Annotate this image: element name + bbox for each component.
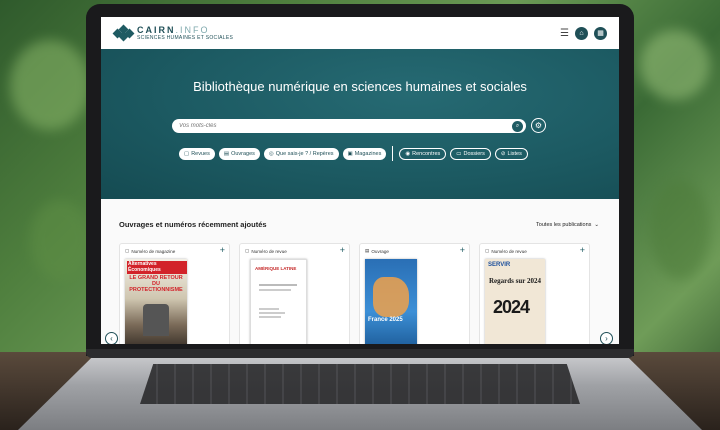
chip-que-sais-je[interactable]: ◎ Que sais-je ? / Repères [263, 147, 339, 160]
cover-image: SERVIR Regards sur 2024 2024 [485, 259, 545, 344]
book-icon: ▢ [125, 248, 130, 253]
book-icon: ▢ [184, 150, 190, 157]
magazine-icon: ▣ [347, 150, 353, 157]
site-logo[interactable]: CAIRN.INFO SCIENCES HUMAINES ET SOCIALES [112, 24, 234, 42]
publication-filter-dropdown[interactable]: Toutes les publications ⌄ [536, 222, 599, 228]
logo-name: CAIRN.INFO [137, 24, 210, 35]
chevron-down-icon: ⌄ [594, 222, 599, 228]
cover-title: SERVIR [488, 262, 511, 268]
carousel-prev-button[interactable]: ‹ [105, 332, 118, 344]
compass-icon: ◎ [268, 150, 274, 157]
chip-listes[interactable]: ⊘ Listes [494, 147, 528, 160]
recent-publications: Ouvrages et numéros récemment ajoutés To… [101, 199, 619, 344]
search-bar: ⌕ [172, 119, 526, 133]
laptop-hinge [86, 349, 634, 358]
cover-title: France 2025 [368, 317, 403, 323]
card-type: ▢ Numéro de revue [245, 248, 287, 254]
chip-magazines[interactable]: ▣ Magazines [342, 147, 387, 160]
cover-title: AMÉRIQUE LATINE [255, 266, 297, 271]
book-icon: ▢ [485, 248, 490, 253]
book-icon: ▢ [245, 248, 250, 253]
book-icon: ▤ [365, 248, 370, 253]
cover-image: France 2025 [365, 259, 417, 344]
carousel-next-button[interactable]: › [600, 332, 613, 344]
cover-image: AMÉRIQUE LATINE [250, 259, 307, 344]
add-to-list-icon[interactable]: + [580, 245, 585, 255]
chip-dossiers[interactable]: ▭ Dossiers [450, 147, 491, 160]
folder-icon: ▭ [456, 150, 462, 157]
add-to-list-icon[interactable]: + [340, 245, 345, 255]
chip-ouvrages[interactable]: ▤ Ouvrages [218, 147, 260, 160]
add-to-list-icon[interactable]: + [460, 245, 465, 255]
search-icon[interactable]: ⌕ [512, 120, 523, 132]
publication-card[interactable]: ▢ Numéro de magazine + Alternatives Écono… [119, 243, 230, 344]
publication-card[interactable]: ▢ Numéro de revue + AMÉRIQUE LATINE [239, 243, 350, 344]
content-type-filters: ▢ Revues ▤ Ouvrages ◎ Que sais-je ? / Repèr… [179, 146, 528, 161]
eye-icon: ◉ [405, 150, 411, 157]
chip-divider [392, 146, 394, 161]
section-title: Ouvrages et numéros récemment ajoutés [119, 220, 267, 229]
add-to-list-icon[interactable]: + [220, 245, 225, 255]
logo-icon [112, 24, 135, 42]
menu-icon[interactable]: ☰ [560, 28, 569, 39]
chip-rencontres[interactable]: ◉ Rencontres [399, 147, 447, 160]
cover-year: 2024 [493, 297, 530, 317]
site-header: CAIRN.INFO SCIENCES HUMAINES ET SOCIALES… [101, 17, 619, 49]
logo-subtitle: SCIENCES HUMAINES ET SOCIALES [137, 34, 234, 41]
laptop-keyboard [140, 364, 580, 404]
card-type: ▤ Ouvrage [365, 248, 389, 254]
publication-card[interactable]: ▢ Numéro de revue + SERVIR Regards sur 20… [479, 243, 590, 344]
search-input[interactable] [179, 123, 512, 129]
cover-headline: Regards sur 2024 [489, 277, 541, 285]
chip-revues[interactable]: ▢ Revues [179, 147, 215, 160]
cover-headline: LE GRAND RETOUR DU PROTECTIONNISME [129, 275, 183, 294]
advanced-search-icon[interactable]: ⚙ [531, 118, 546, 133]
list-icon: ⊘ [500, 150, 506, 157]
publication-card[interactable]: ▤ Ouvrage + France 2025 [359, 243, 470, 344]
book-icon: ▤ [223, 150, 230, 157]
card-type: ▢ Numéro de magazine [125, 248, 176, 254]
hero-banner: Bibliothèque numérique en sciences humai… [101, 49, 619, 199]
institution-icon[interactable]: ⌂ [575, 26, 588, 40]
cover-image: Alternatives Économiques LE GRAND RETOUR… [125, 259, 187, 344]
card-type: ▢ Numéro de revue [485, 248, 527, 254]
browser-screen: CAIRN.INFO SCIENCES HUMAINES ET SOCIALES… [101, 17, 619, 344]
cover-title: Alternatives Économiques [127, 261, 187, 274]
hero-title: Bibliothèque numérique en sciences humai… [193, 79, 527, 94]
apps-grid-icon[interactable]: ▦ [594, 26, 607, 40]
